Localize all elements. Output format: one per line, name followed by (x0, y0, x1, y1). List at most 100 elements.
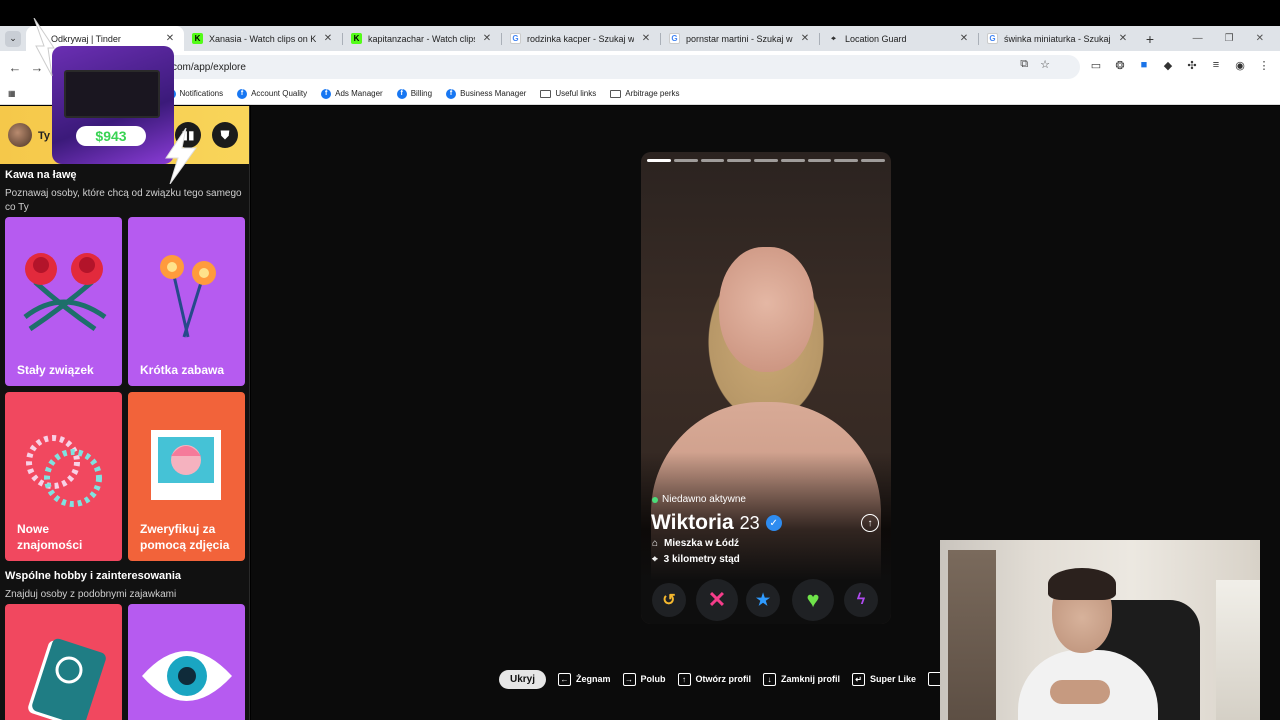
omnibox-actions: ⧉ ☆ (1020, 58, 1050, 71)
tab-title: pornstar martini - Szukaj w Google (686, 33, 793, 44)
boost-button[interactable]: ϟ (844, 583, 878, 617)
window-controls: — ❐ ✕ (1193, 26, 1280, 51)
url-field[interactable]: com/app/explore (90, 55, 1080, 79)
photo-progress-bar[interactable] (647, 159, 886, 162)
profile-age: 23 (739, 513, 760, 533)
shortcut-hint: ↓ Zamknij profil (763, 672, 840, 686)
camera-icon[interactable]: ▭ (1090, 59, 1102, 72)
stream-overlay-sticker: $943 (52, 46, 174, 164)
apps-icon[interactable]: ▦ (8, 89, 16, 98)
close-window-icon[interactable]: ✕ (1256, 33, 1264, 44)
profile-photo-face (719, 247, 814, 372)
tab-title: kapitanzachar - Watch clips on Kick (368, 33, 475, 44)
heart-icon: ♥ (806, 587, 820, 612)
hide-shortcuts-button[interactable]: Ukryj (499, 669, 547, 689)
facebook-icon: f (396, 88, 407, 99)
back-button[interactable]: ← (4, 60, 26, 75)
bookmark-label: Account Quality (251, 89, 308, 98)
card-krotka-zabawa[interactable]: Krótka zabawa (128, 217, 245, 386)
bookmark-item[interactable]: f Account Quality (237, 88, 308, 99)
photo-progress-segment[interactable] (834, 159, 859, 162)
tab-title: Odkrywaj | Tinder (51, 33, 121, 44)
bookmark-item[interactable]: f Ads Manager (321, 88, 383, 99)
facebook-icon: f (321, 88, 332, 99)
open-profile-icon[interactable]: ↑ (861, 514, 879, 532)
tab-2[interactable]: Kkapitanzachar - Watch clips on Kick ✕ (343, 26, 501, 51)
tab-search-button[interactable]: ⌄ (0, 26, 26, 51)
bookmark-label: Useful links (555, 89, 597, 98)
profile-card[interactable]: Niedawno aktywne Wiktoria 23 ✓ ↑ ⌂ Miesz… (641, 152, 891, 624)
photo-progress-segment[interactable] (754, 159, 778, 162)
photo-progress-segment[interactable] (861, 159, 886, 162)
card-label: Krótka zabawa (140, 363, 225, 377)
photo-verify-icon (151, 430, 221, 500)
profile-icon[interactable]: ◉ (1234, 59, 1246, 72)
section-subtitle-kawa: Poznawaj osoby, które chcą od związku te… (5, 188, 242, 213)
photo-progress-segment[interactable] (807, 159, 832, 162)
super-like-button[interactable]: ★ (746, 583, 780, 617)
user-name[interactable]: Ty (38, 130, 50, 142)
close-tab-icon[interactable]: ✕ (799, 33, 811, 44)
google-icon: G (510, 33, 521, 44)
bookmark-star-icon[interactable]: ☆ (1040, 58, 1050, 71)
screen: ⌄ Odkrywaj | Tinder ✕ K Xanasia - Watch cli… (0, 0, 1280, 720)
webcam-door (948, 550, 996, 720)
shortcut-label: Żegnam (576, 674, 611, 684)
photo-progress-segment[interactable] (647, 159, 671, 162)
shortcut-key-icon: ↓ (763, 672, 777, 686)
close-tab-icon[interactable]: ✕ (640, 33, 652, 44)
photo-progress-segment[interactable] (780, 159, 805, 162)
minimize-icon[interactable]: — (1193, 33, 1203, 44)
passport-icon (28, 638, 106, 720)
profile-distance: ⌖ 3 kilometry stąd (652, 554, 740, 565)
shield-icon[interactable]: ⛊ (212, 122, 238, 148)
nope-button[interactable]: ✕ (696, 579, 738, 621)
tab-4[interactable]: Gpornstar martini - Szukaj w Google ✕ (661, 26, 819, 51)
bookmark-item[interactable]: fNotifications (165, 88, 223, 99)
status-badge: Niedawno aktywne (652, 494, 746, 505)
card-staly-zwiazek[interactable]: Stały związek (5, 217, 122, 386)
bookmark-item[interactable]: f Billing (396, 88, 432, 99)
restore-icon[interactable]: ❐ (1225, 33, 1234, 44)
bookmark-item[interactable]: Useful links (540, 89, 596, 98)
close-tab-icon[interactable]: ✕ (481, 33, 493, 44)
avatar[interactable] (8, 123, 32, 147)
puzzle-icon[interactable]: ✣ (1186, 59, 1198, 72)
bookmark-label: Ads Manager (335, 89, 383, 98)
residence-text: Mieszka w Łódź (664, 538, 740, 549)
card-hobby-eye[interactable] (128, 604, 245, 720)
google-icon: G (987, 33, 998, 44)
photo-progress-segment[interactable] (727, 159, 752, 162)
install-app-icon[interactable]: ⧉ (1020, 58, 1028, 71)
photo-progress-segment[interactable] (673, 159, 698, 162)
facebook-icon: f (446, 88, 457, 99)
like-button[interactable]: ♥ (792, 579, 834, 621)
close-tab-icon[interactable]: ✕ (164, 33, 176, 44)
card-zweryfikuj[interactable]: Zweryfikuj za pomocą zdjęcia (128, 392, 245, 561)
profile-name: Wiktoria (651, 511, 734, 534)
x-icon: ✕ (707, 587, 727, 612)
location-guard-icon[interactable]: ◆ (1162, 59, 1174, 72)
close-tab-icon[interactable]: ✕ (322, 33, 334, 44)
extension-blue-icon[interactable]: ■ (1138, 59, 1150, 72)
tab-5[interactable]: ⌖ Location Guard ✕ (820, 26, 978, 51)
verified-badge-icon: ✓ (765, 515, 782, 531)
new-tab-button[interactable]: + (1137, 31, 1163, 47)
card-nowe-znajomosci[interactable]: Nowe znajomości (5, 392, 122, 561)
top-black-strip (0, 0, 1280, 26)
extension-icon[interactable]: ❂ (1114, 59, 1126, 72)
close-tab-icon[interactable]: ✕ (958, 33, 970, 44)
bookmark-item[interactable]: f Business Manager (446, 88, 526, 99)
rewind-button[interactable]: ↺ (652, 583, 686, 617)
tab-6[interactable]: Gświnka miniaturka - Szukaj w Google ✕ (979, 26, 1137, 51)
more-menu-icon[interactable]: ⋮ (1258, 59, 1270, 72)
bookmark-item[interactable]: Arbitrage perks (610, 89, 679, 98)
profile-residence: ⌂ Mieszka w Łódź (652, 538, 739, 549)
tab-3[interactable]: Grodzinka kacper - Szukaj w Google ✕ (502, 26, 660, 51)
media-controls-icon[interactable]: ≡ (1210, 59, 1222, 72)
tab-1[interactable]: K Xanasia - Watch clips on Kick ✕ (184, 26, 342, 51)
card-hobby-travel[interactable] (5, 604, 122, 720)
photo-progress-segment[interactable] (700, 159, 725, 162)
close-tab-icon[interactable]: ✕ (1117, 33, 1129, 44)
shortcut-hint: ← Żegnam (558, 672, 611, 686)
